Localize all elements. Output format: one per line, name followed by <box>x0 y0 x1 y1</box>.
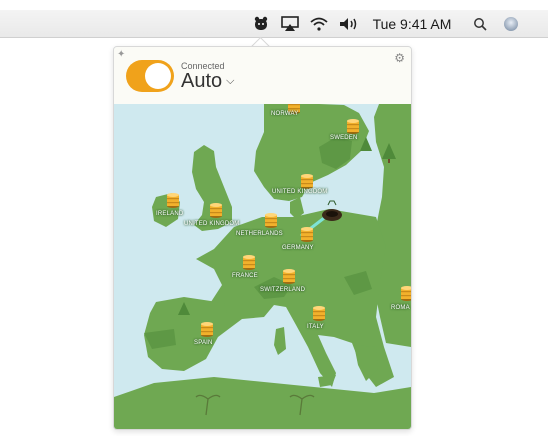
chevron-down-icon: ⌵ <box>226 75 235 87</box>
tunnel-barrel-icon[interactable] <box>242 255 256 270</box>
tunnel-barrel-icon[interactable] <box>400 286 411 301</box>
tunnel-barrel-icon[interactable] <box>300 174 314 189</box>
tunnel-label: FRANCE <box>232 273 258 279</box>
pin-icon[interactable]: ✦ <box>117 49 125 60</box>
tunnel-barrel-icon[interactable] <box>282 269 296 284</box>
tunnel-label: SWEDEN <box>330 135 358 141</box>
connection-header: ✦ Connected Auto ⌵ ⚙ <box>114 47 411 104</box>
location-label: Auto <box>181 70 223 92</box>
tunnel-label: UNITED KINGDOM <box>272 189 328 195</box>
tunnel-barrel-icon[interactable] <box>200 322 214 337</box>
siri-icon[interactable] <box>500 10 522 37</box>
tunnel-barrel-icon[interactable] <box>209 203 223 218</box>
tunnel-barrel-icon[interactable] <box>300 227 314 242</box>
europe-map[interactable] <box>114 47 411 429</box>
tunnel-label: NETHERLANDS <box>236 231 283 237</box>
tunnel-barrel-icon[interactable] <box>166 193 180 208</box>
gear-icon[interactable]: ⚙ <box>394 51 405 65</box>
search-icon[interactable] <box>470 10 490 37</box>
tunnel-label: ROMA <box>391 305 410 311</box>
menu-bar: Tue 9:41 AM <box>0 10 548 38</box>
toggle-knob <box>145 63 171 89</box>
airplay-icon[interactable] <box>279 10 301 37</box>
wifi-icon[interactable] <box>308 10 330 37</box>
tunnelbear-icon[interactable] <box>250 10 272 37</box>
location-selector[interactable]: Auto ⌵ <box>181 70 235 93</box>
tunnel-label: ITALY <box>307 324 324 330</box>
tunnel-label: SPAIN <box>194 340 213 346</box>
tunnel-label: SWITZERLAND <box>260 287 306 293</box>
tunnel-barrel-icon[interactable] <box>264 213 278 228</box>
tunnelbear-popover: NORWAY SWEDEN UNITED KINGDOM IRELAND UNITED … <box>113 46 412 430</box>
volume-icon[interactable] <box>337 10 361 37</box>
tunnel-barrel-icon[interactable] <box>312 306 326 321</box>
tunnel-barrel-icon[interactable] <box>346 119 360 134</box>
menu-clock[interactable]: Tue 9:41 AM <box>368 10 456 37</box>
tunnel-label: UNITED KINGDOM <box>184 221 240 227</box>
tunnel-label: NORWAY <box>271 111 299 117</box>
tunnel-label: IRELAND <box>156 211 184 217</box>
connection-toggle[interactable] <box>126 60 174 92</box>
tunnel-label: GERMANY <box>282 245 314 251</box>
